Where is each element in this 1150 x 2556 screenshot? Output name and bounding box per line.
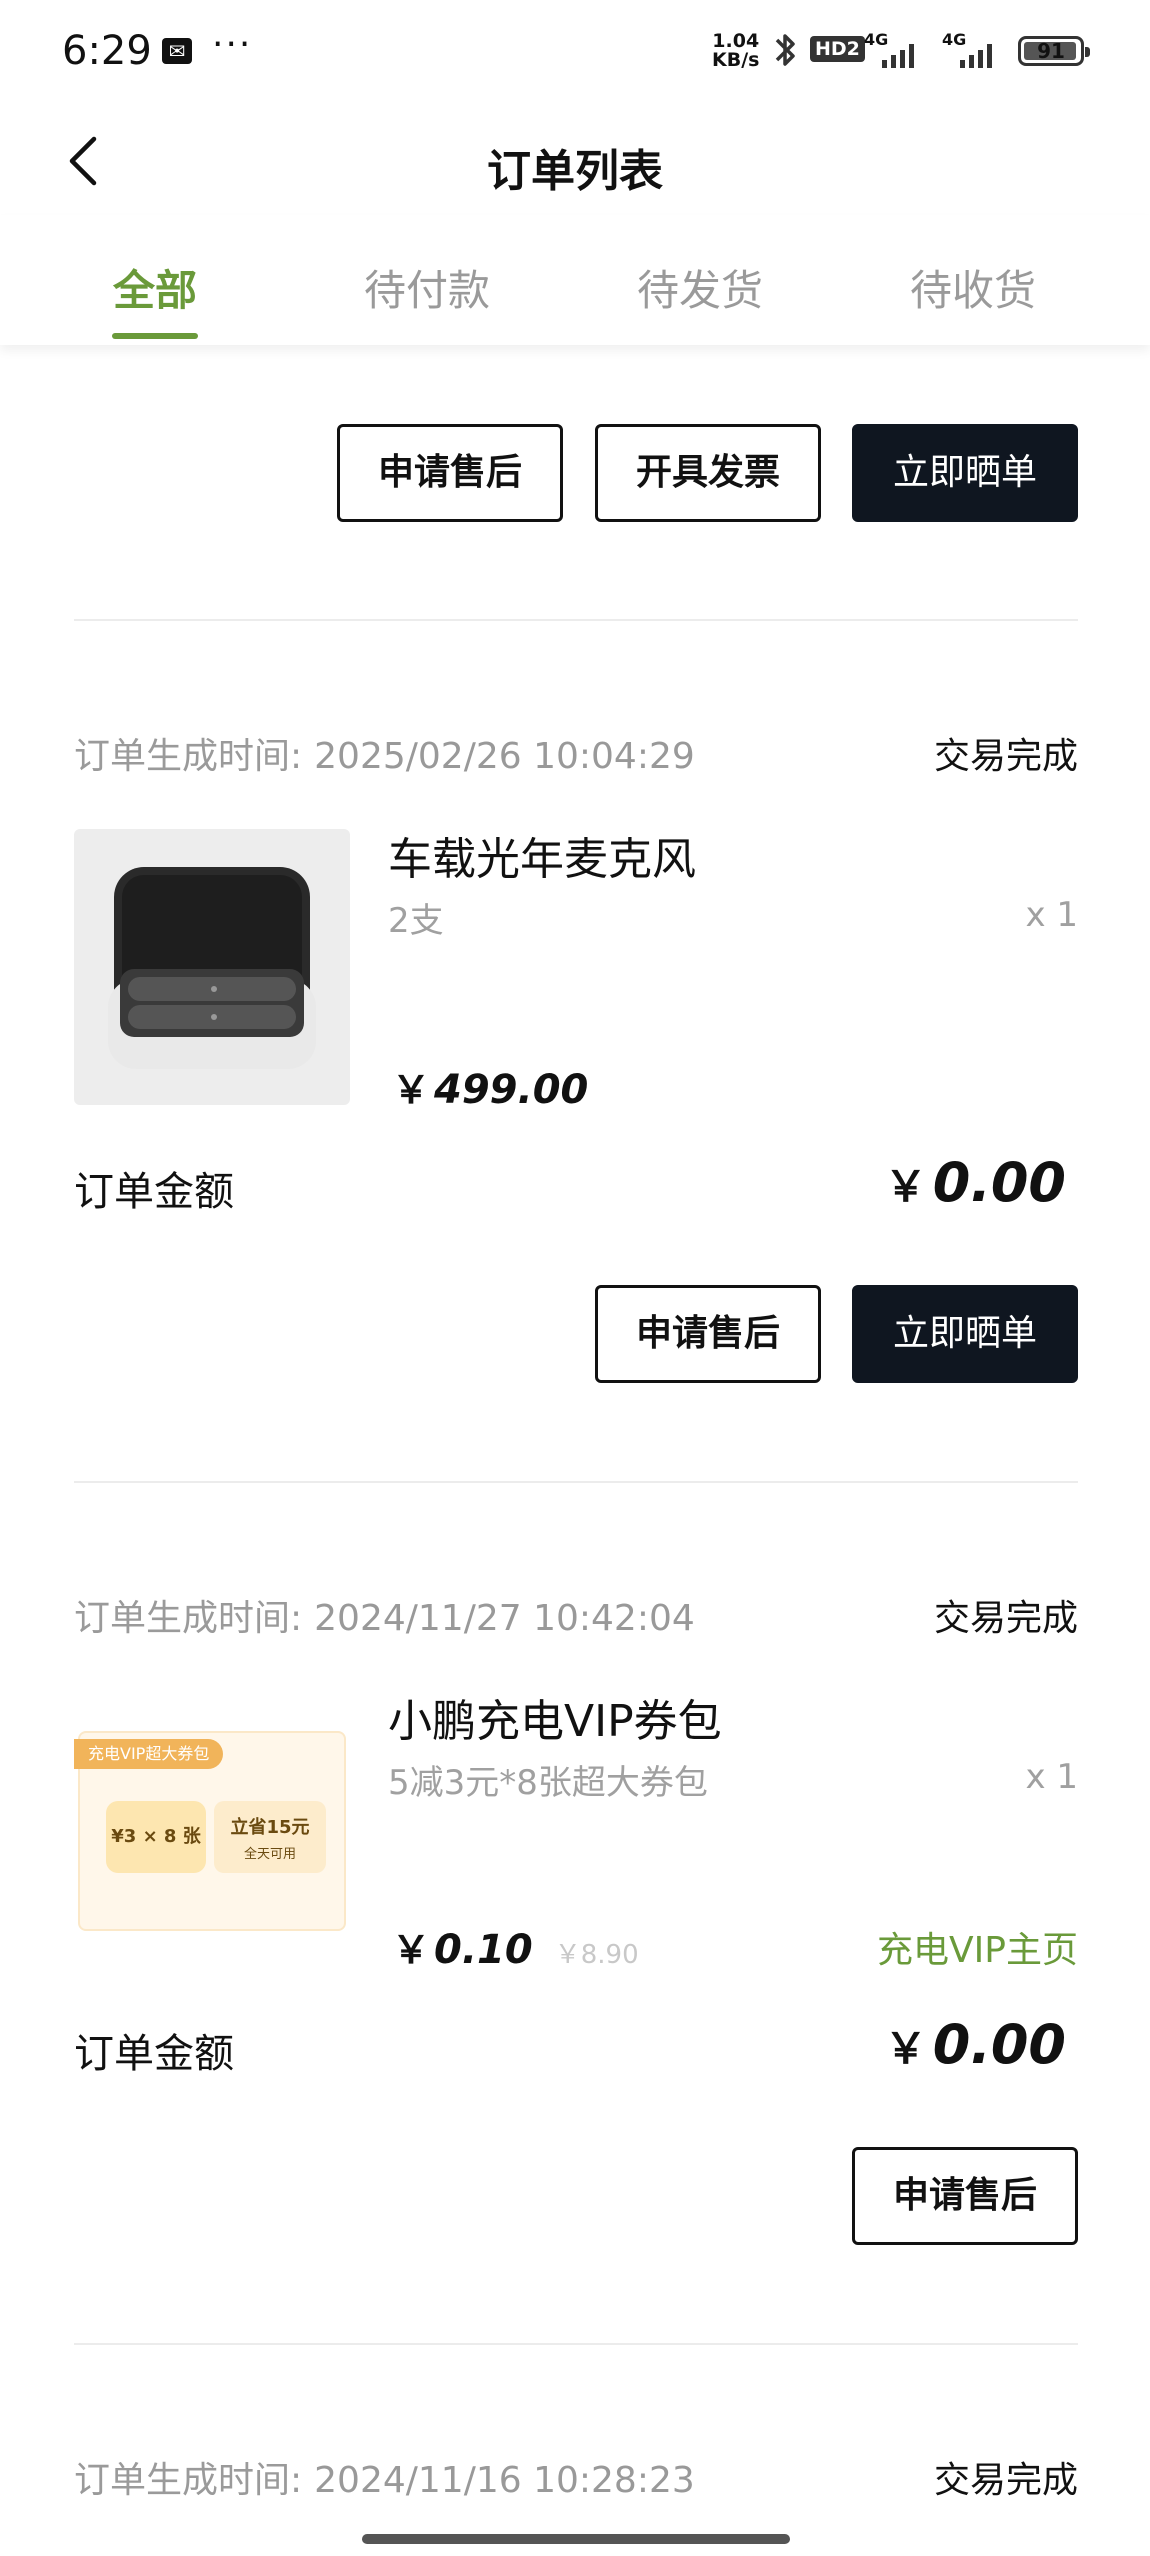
order-list[interactable]: 申请售后 开具发票 立即晒单 订单生成时间: 2025/02/26 10:04:2… — [0, 345, 1150, 2556]
signal-icon-2: 4G — [942, 30, 1008, 70]
message-icon: ✉ — [162, 38, 192, 64]
order-time: 订单生成时间: 2024/11/16 10:28:23 — [74, 2451, 695, 2503]
product-price: ￥ 499.00 — [392, 1059, 588, 1114]
price-currency: ￥ — [392, 1068, 431, 1112]
order-status: 交易完成 — [933, 2460, 1078, 2501]
product-name[interactable]: 车载光年麦克风 — [388, 823, 696, 887]
issue-invoice-button[interactable]: 开具发票 — [595, 424, 821, 522]
tab-pending-shipment[interactable]: 待发货 — [610, 257, 790, 318]
order-time: 订单生成时间: 2025/02/26 10:04:29 — [74, 727, 695, 779]
after-sales-button[interactable]: 申请售后 — [595, 1285, 821, 1383]
coupon-savings: 立省15元 全天可用 — [214, 1801, 326, 1873]
order-divider — [74, 2343, 1078, 2345]
tab-pending-receipt[interactable]: 待收货 — [883, 257, 1063, 318]
coupon-tag: 充电VIP超大券包 — [74, 1739, 224, 1769]
status-bar: 6:29 ✉ ··· 1.04 KB/s HD2 4G 4G 91 — [0, 0, 1150, 105]
amount-currency: ￥ — [884, 1162, 927, 1211]
order-time-label: 订单生成时间: — [74, 1598, 303, 1639]
tab-all[interactable]: 全部 — [65, 257, 245, 318]
price-value: 499.00 — [434, 1067, 589, 1113]
share-order-button[interactable]: 立即晒单 — [852, 424, 1078, 522]
page-title: 订单列表 — [487, 146, 663, 197]
amount-value: 0.00 — [932, 1151, 1066, 1214]
bluetooth-icon — [775, 34, 795, 66]
status-time: 6:29 — [62, 28, 152, 74]
network-speed: 1.04 KB/s — [712, 32, 759, 70]
order-amount-label: 订单金额 — [74, 2031, 234, 2077]
order-divider — [74, 619, 1078, 621]
header: 订单列表 — [0, 105, 1150, 215]
order-time: 订单生成时间: 2024/11/27 10:42:04 — [74, 1589, 695, 1641]
order-time-value: 2024/11/27 10:42:04 — [314, 1598, 695, 1639]
product-spec: 5减3元*8张超大券包 — [388, 1763, 708, 1803]
product-name[interactable]: 小鹏充电VIP券包 — [388, 1685, 722, 1749]
product-thumbnail-microphone[interactable] — [74, 829, 350, 1105]
order-amount: ￥ 0.00 — [885, 1151, 1066, 1214]
tab-pending-payment[interactable]: 待付款 — [337, 257, 517, 318]
tab-bar: 全部 待付款 待发货 待收货 — [0, 215, 1150, 345]
order-amount: ￥ 0.00 — [885, 2013, 1066, 2076]
coupon-savings-sub: 全天可用 — [243, 1847, 296, 1862]
share-order-button[interactable]: 立即晒单 — [852, 1285, 1078, 1383]
price-currency: ￥ — [392, 1928, 431, 1972]
home-indicator[interactable] — [362, 2534, 790, 2544]
amount-currency: ￥ — [884, 2024, 927, 2073]
vip-home-link[interactable]: 充电VIP主页 — [877, 1921, 1078, 1973]
hd-voice-icon: HD2 — [810, 36, 865, 62]
coupon-face-value: ¥3 × 8 张 — [106, 1801, 206, 1873]
product-quantity: x 1 — [1025, 895, 1078, 935]
order-time-value: 2024/11/16 10:28:23 — [314, 2460, 695, 2501]
order-time-label: 订单生成时间: — [74, 2460, 303, 2501]
order-time-label: 订单生成时间: — [74, 736, 303, 777]
order-status: 交易完成 — [933, 1598, 1078, 1639]
signal-icon-1: 4G — [864, 30, 930, 70]
order-divider — [74, 1481, 1078, 1483]
tab-active-indicator — [112, 333, 198, 339]
battery-level: 91 — [1037, 39, 1065, 63]
product-price: ￥ 0.10 ￥8.90 — [392, 1919, 639, 1974]
coupon-savings-title: 立省15元 — [230, 1817, 310, 1838]
product-spec: 2支 — [388, 901, 444, 941]
microphone-case-image — [108, 867, 316, 1069]
original-price: ￥8.90 — [554, 1940, 639, 1970]
network-speed-unit: KB/s — [712, 49, 760, 71]
after-sales-button[interactable]: 申请售后 — [337, 424, 563, 522]
order-time-value: 2025/02/26 10:04:29 — [314, 736, 695, 777]
product-quantity: x 1 — [1025, 1757, 1078, 1797]
after-sales-button[interactable]: 申请售后 — [852, 2147, 1078, 2245]
amount-value: 0.00 — [932, 2013, 1066, 2076]
order-amount-label: 订单金额 — [74, 1169, 234, 1215]
price-value: 0.10 — [434, 1927, 533, 1973]
product-thumbnail-vip-coupon[interactable]: 充电VIP超大券包 ¥3 × 8 张 立省15元 全天可用 — [74, 1691, 350, 1967]
battery-icon: 91 — [1018, 36, 1090, 66]
status-more-icon: ··· — [212, 24, 253, 65]
order-status: 交易完成 — [933, 736, 1078, 777]
